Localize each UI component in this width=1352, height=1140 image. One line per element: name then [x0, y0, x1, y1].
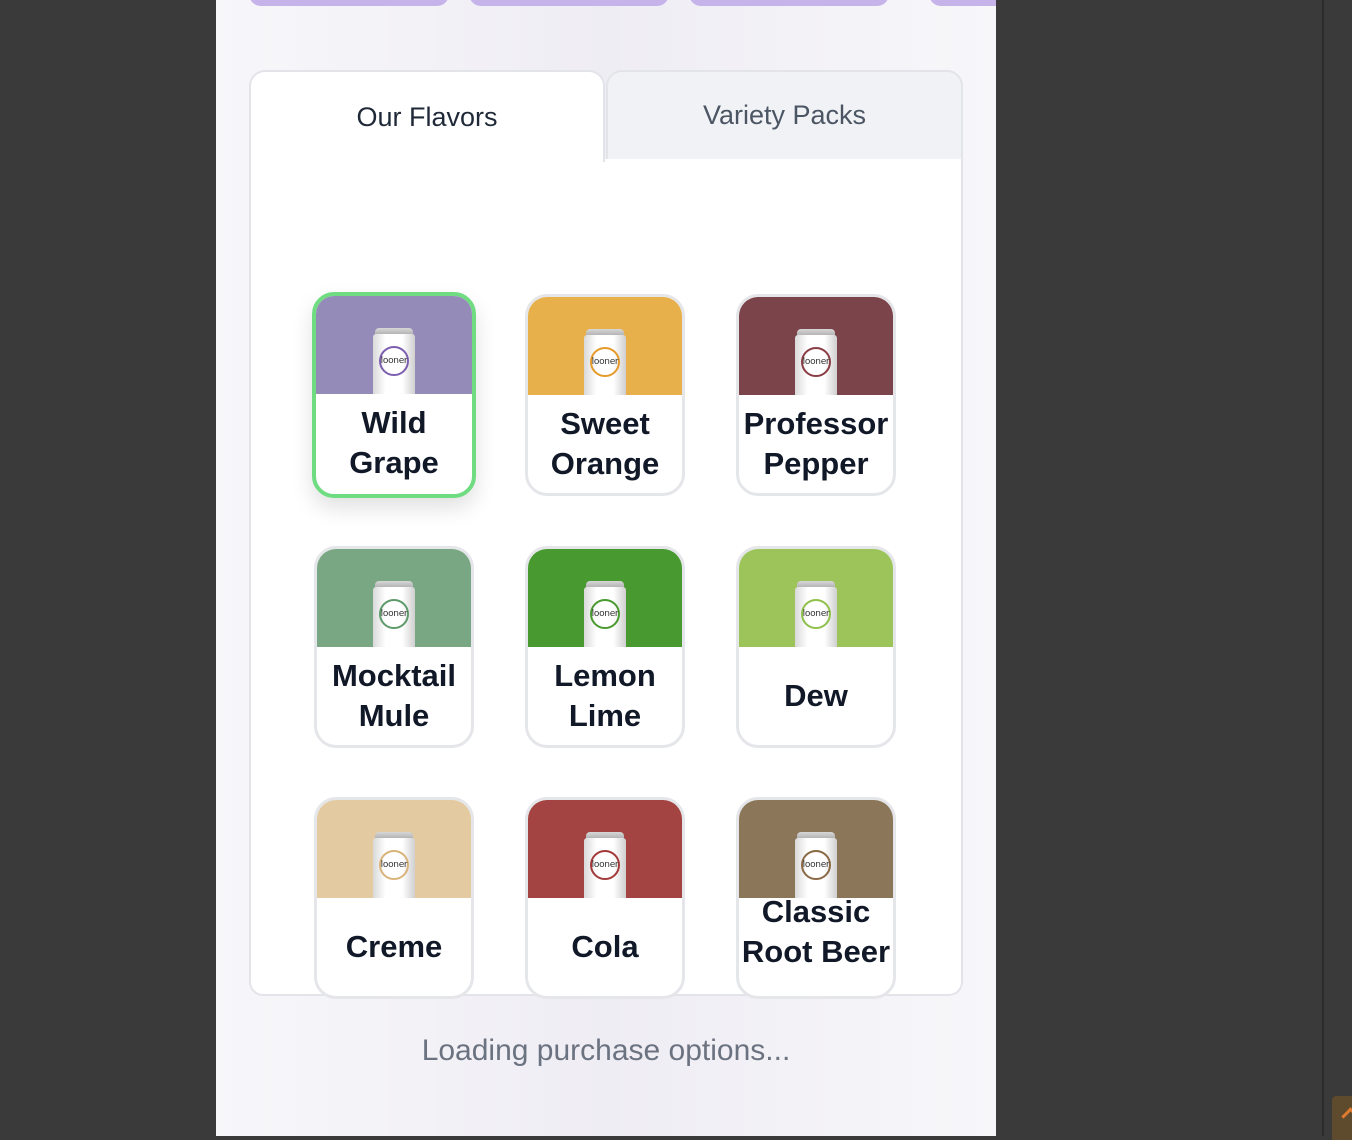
flavor-card[interactable]: looner Wild Grape	[312, 292, 476, 498]
flavor-color-swatch: looner	[528, 297, 682, 395]
can-image: looner	[582, 832, 628, 898]
can-logo: looner	[380, 860, 408, 870]
flavor-color-swatch: looner	[739, 549, 893, 647]
flavor-card[interactable]: looner Professor Pepper	[736, 294, 896, 496]
flavor-name: Cola	[571, 929, 639, 964]
can-image: looner	[371, 581, 417, 647]
flavor-card[interactable]: looner Creme	[314, 797, 474, 999]
flavor-color-swatch: looner	[316, 296, 472, 394]
side-panel	[1322, 0, 1352, 1136]
can-logo: looner	[591, 860, 619, 870]
can-image: looner	[793, 329, 839, 395]
page: Our Flavors Variety Packs looner Wild Gra…	[216, 0, 996, 1136]
flavor-card[interactable]: looner Sweet Orange	[525, 294, 685, 496]
can-logo: looner	[591, 609, 619, 619]
flavor-card[interactable]: looner Classic Root Beer	[736, 797, 896, 999]
flavor-name: Dew	[784, 678, 848, 713]
loading-status: Loading purchase options...	[421, 1034, 791, 1067]
flavors-panel: looner Wild Grape looner Sweet Orange looner…	[249, 159, 963, 999]
flavor-color-swatch: looner	[528, 800, 682, 898]
flavor-card[interactable]: looner Lemon Lime	[525, 546, 685, 748]
top-pill-row	[216, 0, 996, 6]
flavor-card[interactable]: looner Dew	[736, 546, 896, 748]
flavor-name: Mocktail Mule	[331, 658, 457, 733]
can-image: looner	[793, 581, 839, 647]
can-logo: looner	[380, 356, 408, 366]
can-logo: looner	[802, 860, 830, 870]
can-image: looner	[371, 832, 417, 898]
top-pill[interactable]	[689, 0, 889, 6]
flavor-color-swatch: looner	[317, 549, 471, 647]
flavor-name: Wild Grape	[349, 405, 439, 480]
flavor-color-swatch: looner	[528, 549, 682, 647]
can-logo: looner	[591, 357, 619, 367]
can-logo: looner	[380, 609, 408, 619]
can-image: looner	[371, 328, 417, 394]
tab-our-flavors[interactable]: Our Flavors	[249, 70, 605, 162]
tab-variety-packs[interactable]: Variety Packs	[606, 70, 963, 161]
top-pill[interactable]	[929, 0, 996, 6]
flavor-name: Creme	[345, 929, 443, 964]
can-image: looner	[582, 329, 628, 395]
can-logo: looner	[802, 609, 830, 619]
can-logo: looner	[802, 357, 830, 367]
can-image: looner	[582, 581, 628, 647]
flavor-color-swatch: looner	[739, 297, 893, 395]
warning-icon[interactable]	[1332, 1096, 1352, 1140]
top-pill[interactable]	[469, 0, 669, 6]
top-pill[interactable]	[249, 0, 449, 6]
flavor-card[interactable]: looner Mocktail Mule	[314, 546, 474, 748]
can-image: looner	[793, 832, 839, 898]
flavor-color-swatch: looner	[317, 800, 471, 898]
flavor-tabs-card: Our Flavors Variety Packs looner Wild Gra…	[249, 70, 963, 999]
flavor-name: Professor Pepper	[743, 406, 889, 481]
flavor-name: Classic Root Beer	[741, 894, 891, 969]
flavor-name: Sweet Orange	[550, 406, 660, 481]
flavor-card[interactable]: looner Cola	[525, 797, 685, 999]
flavor-name: Lemon Lime	[554, 658, 656, 733]
flavor-color-swatch: looner	[739, 800, 893, 898]
